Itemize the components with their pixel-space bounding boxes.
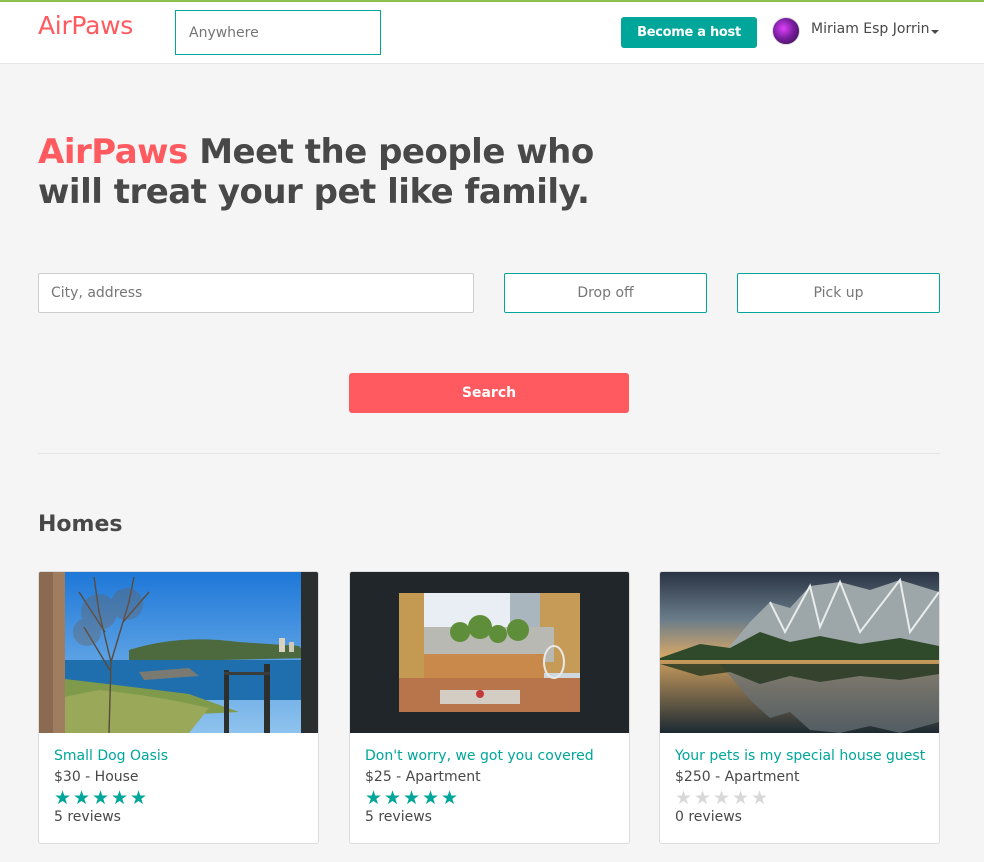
listing-photo-harbour[interactable] [39,572,318,733]
star-icon: ★ [440,787,459,809]
star-icon: ★ [383,787,402,809]
user-name[interactable]: Miriam Esp Jorrin [811,21,929,37]
listing-price: $25 - Apartment [365,769,481,785]
review-count: 5 reviews [365,809,432,825]
avatar[interactable] [772,17,800,45]
listing-price: $30 - House [54,769,139,785]
star-icon: ★ [750,787,769,809]
become-host-button[interactable]: Become a host [621,17,757,48]
logo[interactable]: AirPaws [38,11,133,40]
review-count: 0 reviews [675,809,742,825]
patio-image [350,572,629,733]
star-icon: ★ [91,787,110,809]
hero-heading: AirPaws Meet the people who will treat y… [38,132,598,212]
rating-stars: ★ ★ ★ ★ ★ [53,787,148,809]
star-icon: ★ [693,787,712,809]
homes-section-title: Homes [38,512,123,537]
city-address-input[interactable] [38,273,474,313]
star-icon: ★ [110,787,129,809]
star-icon: ★ [129,787,148,809]
listing-card[interactable]: Your pets is my special house guest $250… [659,571,940,844]
star-icon: ★ [421,787,440,809]
lake-cliffs-image [660,572,939,733]
harbour-view-image [39,572,318,733]
listing-photo-patio[interactable] [350,572,629,733]
listing-title[interactable]: Your pets is my special house guest [675,748,925,764]
rating-stars: ★ ★ ★ ★ ★ [364,787,459,809]
navbar: AirPaws Become a host Miriam Esp Jorrin [0,2,984,64]
listing-card[interactable]: Don't worry, we got you covered $25 - Ap… [349,571,630,844]
listing-price: $250 - Apartment [675,769,800,785]
star-icon: ★ [72,787,91,809]
location-search-input[interactable] [175,10,381,55]
star-icon: ★ [731,787,750,809]
listing-photo-cliffs[interactable] [660,572,939,733]
pick-up-date-input[interactable] [737,273,940,313]
star-icon: ★ [674,787,693,809]
drop-off-date-input[interactable] [504,273,707,313]
rating-stars: ★ ★ ★ ★ ★ [674,787,769,809]
hero-brand: AirPaws [38,132,188,172]
listing-title[interactable]: Small Dog Oasis [54,748,168,764]
star-icon: ★ [712,787,731,809]
review-count: 5 reviews [54,809,121,825]
listing-card[interactable]: Small Dog Oasis $30 - House ★ ★ ★ ★ ★ 5 revi… [38,571,319,844]
listing-title[interactable]: Don't worry, we got you covered [365,748,594,764]
chevron-down-icon[interactable] [931,30,939,34]
star-icon: ★ [402,787,421,809]
search-button[interactable]: Search [349,373,629,413]
star-icon: ★ [53,787,72,809]
divider [38,453,940,454]
star-icon: ★ [364,787,383,809]
